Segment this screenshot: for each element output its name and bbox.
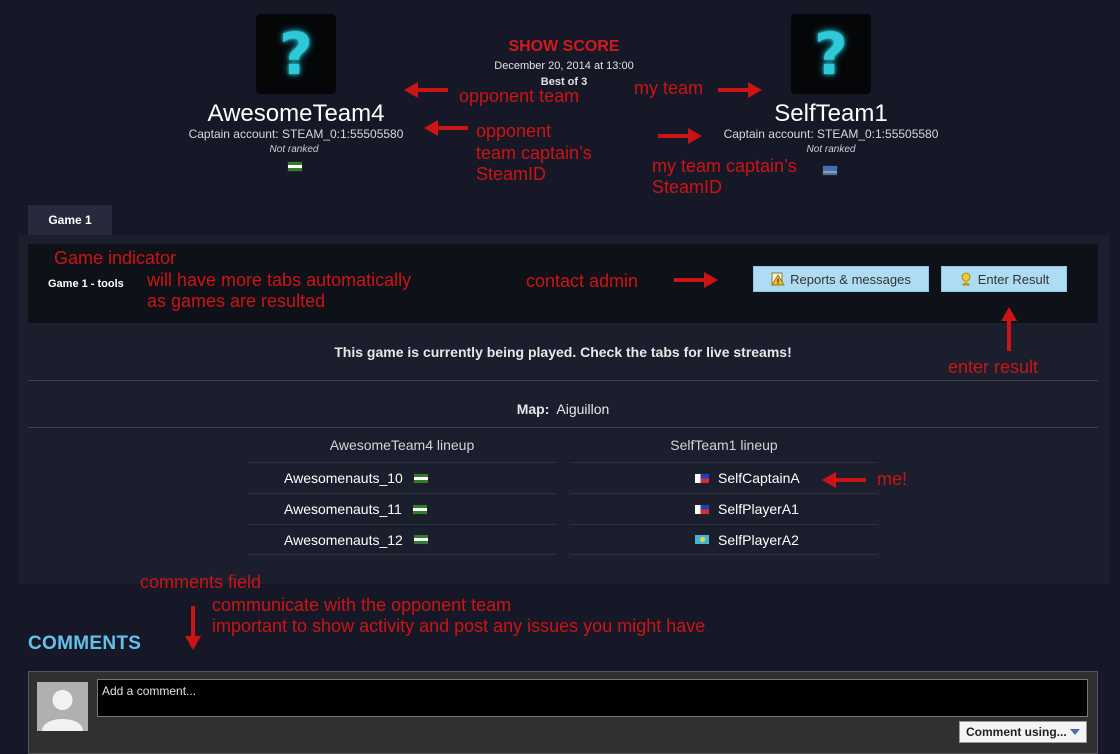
comment-placeholder: Add a comment... (102, 684, 197, 698)
question-mark-icon: ? (279, 20, 313, 88)
team-right-logo[interactable]: ? (791, 14, 871, 94)
team-right-captain[interactable]: Captain account: STEAM_0:1:55505580 (701, 127, 961, 141)
lineup-player-row[interactable]: Awesomenauts_10 (248, 462, 556, 493)
team-left-captain[interactable]: Captain account: STEAM_0:1:55505580 (166, 127, 426, 141)
annotation-my-captain-2: SteamID (652, 177, 723, 197)
annotation-enter-result: enter result (948, 357, 1039, 377)
annotation-opponent-captain-1: opponent (476, 121, 552, 141)
lineup-player-row[interactable]: SelfPlayerA2 (570, 524, 878, 555)
map-label: Map: (516, 401, 550, 417)
arrow-left-icon (424, 120, 468, 136)
flag-icon (694, 534, 710, 545)
arrow-down-icon (185, 606, 201, 650)
annotation-my-team: my team (634, 78, 704, 98)
right-lineup-header: SelfTeam1 lineup (670, 437, 778, 453)
enter-result-button[interactable]: Enter Result (941, 266, 1067, 292)
player-name[interactable]: SelfCaptainA (718, 470, 800, 486)
game-status-text: This game is currently being played. Che… (334, 344, 792, 360)
left-lineup-header: AwesomeTeam4 lineup (329, 437, 475, 453)
arrow-right-icon (718, 82, 762, 98)
map-info: Map: Aiguillon (28, 401, 1098, 417)
team-left-rank: Not ranked (269, 144, 319, 155)
team-right-rank: Not ranked (806, 144, 856, 155)
annotation-opponent-captain-3: SteamID (476, 164, 547, 184)
flag-icon (412, 534, 429, 545)
game-tools-title: Game 1 - tools (48, 278, 124, 290)
comment-using-label: Comment using... (966, 725, 1067, 739)
question-mark-icon: ? (814, 20, 848, 88)
arrow-left-icon (404, 82, 448, 98)
flag-icon (694, 472, 710, 484)
annotation-contact-admin: contact admin (526, 271, 639, 291)
annotation-my-captain-1: my team captain’s (652, 156, 797, 176)
default-avatar-icon (37, 682, 88, 731)
comments-title: COMMENTS (28, 633, 142, 654)
divider (28, 427, 1098, 428)
lineup-player-row[interactable]: Awesomenauts_12 (248, 524, 556, 555)
trophy-icon (961, 272, 971, 286)
player-name[interactable]: Awesomenauts_10 (284, 470, 403, 486)
comment-using-select[interactable]: Comment using... (959, 721, 1087, 743)
arrow-left-icon (822, 472, 866, 488)
team-left-flag-icon (287, 158, 303, 176)
annotation-more-tabs-1: will have more tabs automatically (147, 270, 412, 290)
flag-icon (412, 472, 429, 484)
annotation-opponent-team: opponent team (459, 86, 580, 106)
player-name[interactable]: SelfPlayerA2 (718, 532, 799, 548)
match-date: December 20, 2014 at 13:00 (494, 60, 634, 72)
comment-input[interactable]: Add a comment... (97, 679, 1088, 717)
reports-messages-button[interactable]: Reports & messages (753, 266, 929, 292)
lineup-player-row[interactable]: Awesomenauts_11 (248, 493, 556, 524)
team-right-name[interactable]: SelfTeam1 (711, 100, 951, 128)
arrow-right-icon (658, 128, 702, 144)
reports-messages-label: Reports & messages (790, 271, 911, 287)
enter-result-label: Enter Result (977, 271, 1050, 287)
team-right-flag-icon (822, 162, 838, 180)
annotation-communicate-1: communicate with the opponent team (212, 595, 512, 615)
annotation-game-indicator: Game indicator (54, 248, 177, 268)
map-value: Aiguillon (556, 401, 610, 417)
annotation-opponent-captain-2: team captain’s (476, 143, 592, 163)
player-name[interactable]: Awesomenauts_12 (284, 532, 403, 548)
player-name[interactable]: Awesomenauts_11 (284, 501, 402, 517)
tab-game-1[interactable]: Game 1 (28, 205, 112, 235)
show-score-link[interactable]: SHOW SCORE (464, 38, 664, 56)
team-left-logo[interactable]: ? (256, 14, 336, 94)
arrow-right-icon (674, 272, 718, 288)
divider (28, 380, 1098, 381)
chevron-down-icon (1070, 729, 1080, 735)
team-left-name[interactable]: AwesomeTeam4 (176, 100, 416, 128)
left-lineup-list: Awesomenauts_10 Awesomenauts_11 Awesomen… (248, 462, 556, 555)
flag-icon (694, 503, 710, 515)
lineup-player-row[interactable]: SelfPlayerA1 (570, 493, 878, 524)
warning-document-icon (771, 272, 785, 286)
annotation-me: me! (877, 469, 908, 489)
annotation-more-tabs-2: as games are resulted (147, 291, 326, 311)
annotation-communicate-2: important to show activity and post any … (212, 616, 706, 636)
flag-icon (411, 503, 428, 515)
annotation-comments-field: comments field (140, 572, 262, 592)
player-name[interactable]: SelfPlayerA1 (718, 501, 799, 517)
